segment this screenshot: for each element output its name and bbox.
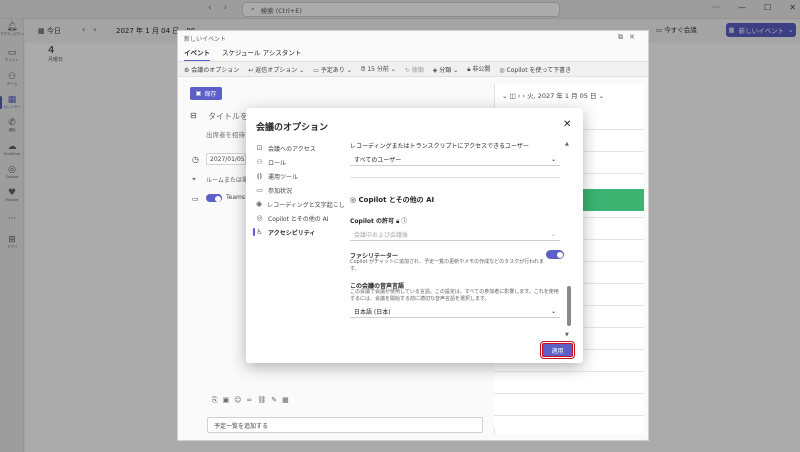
save-icon: ▣ — [195, 90, 202, 97]
start-date-field[interactable]: 2027/01/05 — [206, 153, 246, 165]
toolbar-recurrence[interactable]: ↻ 稼働 — [405, 65, 424, 74]
copilot-icon: ◎ — [256, 214, 263, 222]
event-window-title: 新しいイベント — [184, 36, 227, 43]
nav-item-copilot[interactable]: ◎ Copilot とその他の AI — [256, 213, 344, 223]
recording-access-select[interactable]: すべてのユーザー ⌄ — [350, 153, 560, 166]
options-content: レコーディングまたはトランスクリプトにアクセスできるユーザー すべてのユーザー … — [349, 137, 571, 327]
video-icon: ▭ — [192, 195, 199, 203]
section-divider — [350, 177, 560, 178]
copilot-section-title: ◎ Copilot とその他の AI — [350, 196, 435, 204]
event-tabs: イベント スケジュール アシスタント — [184, 47, 301, 62]
scroll-up-icon[interactable]: ▲ — [565, 141, 569, 147]
scrollbar-thumb[interactable] — [567, 286, 571, 326]
facilitator-description: Copilot がチャットに追加され、予定一覧の更新やメモの作成などのタスクが行… — [350, 259, 544, 272]
tools-icon: ⦗⦘ — [257, 171, 262, 180]
emoji-icon[interactable]: ☺ — [234, 396, 246, 404]
record-icon: ◉ — [256, 200, 263, 208]
facilitator-toggle[interactable] — [546, 250, 564, 259]
tab-scheduling-assistant[interactable]: スケジュール アシスタント — [222, 47, 301, 62]
chevron-down-icon: ⌄ — [550, 155, 556, 163]
toolbar-copilot-draft[interactable]: ◎ Copilot を使って下書き — [499, 65, 571, 74]
copilot-permission-select: 会議中および会議後 ⌄ — [350, 228, 560, 241]
copilot-permission-label: Copilot の許可 🔒︎ ⓘ — [350, 218, 408, 225]
apply-button[interactable]: 適用 — [540, 341, 575, 359]
save-button[interactable]: ▣ 保存 — [190, 87, 222, 100]
nav-item-recording[interactable]: ◉ レコーディングと文字起こし — [256, 199, 345, 209]
teams-label: Teams — [226, 194, 245, 201]
event-window-controls: ⧉✕ — [618, 33, 641, 42]
draw-icon[interactable]: ✎ — [271, 396, 282, 404]
access-icon: ⊡ — [256, 144, 263, 152]
nav-item-roles[interactable]: ⚇ ロール — [256, 157, 344, 167]
nav-item-engagement[interactable]: ▭ 参加状況 — [256, 185, 344, 195]
nav-item-tools[interactable]: ⦗⦘ 運用ツール — [256, 171, 344, 181]
close-event-icon[interactable]: ✕ — [629, 33, 641, 41]
chevron-down-icon: ⌄ — [550, 230, 556, 238]
event-toolbar: ⚙ 会議のオプション ↩ 返信オプション ⌄ ▭ 予定あり ⌄ ⏰︎ 15 分前… — [178, 61, 648, 77]
close-icon[interactable]: ✕ — [563, 119, 571, 130]
loop-icon[interactable]: ∞ — [247, 396, 258, 404]
info-icon[interactable]: ⓘ — [401, 218, 407, 225]
teams-toggle[interactable] — [206, 194, 222, 202]
status-icon: ▭ — [313, 66, 321, 74]
toolbar-category[interactable]: ◈ 分類 ⌄ — [433, 65, 458, 74]
copilot-icon: ◎ — [350, 196, 359, 204]
copilot-icon: ◎ — [499, 66, 507, 74]
tab-event[interactable]: イベント — [184, 47, 210, 62]
scroll-down-icon[interactable]: ▼ — [565, 332, 569, 338]
table-icon[interactable]: ▦ — [282, 396, 294, 404]
attach-icon[interactable]: ⎘ — [212, 396, 223, 404]
chevron-down-icon: ⌄ — [550, 307, 556, 315]
accessibility-icon: ♿︎ — [256, 228, 263, 236]
clock-icon: ◷ — [192, 155, 199, 164]
nav-item-meeting-access[interactable]: ⊡ 会議へのアクセス — [256, 143, 344, 153]
toolbar-private[interactable]: 🔒︎ 非公開 — [467, 64, 490, 74]
dialog-title: 会議のオプション — [256, 123, 329, 133]
language-select[interactable]: 日本語 (日本) ⌄ — [350, 305, 560, 318]
agenda-field[interactable]: 予定一覧を追加する — [207, 417, 483, 433]
recording-access-label: レコーディングまたはトランスクリプトにアクセスできるユーザー — [350, 143, 529, 150]
nav-item-accessibility[interactable]: ♿︎ アクセシビリティ — [253, 227, 344, 237]
toolbar-meeting-options[interactable]: ⚙ 会議のオプション — [184, 65, 239, 74]
day-preview-header[interactable]: ⌄ ◫ ‹ › 火, 2027 年 1 月 05 日 ⌄ — [502, 90, 604, 100]
popout-icon[interactable]: ⧉ — [618, 33, 629, 41]
toolbar-reminder[interactable]: ⏰︎ 15 分前 ⌄ — [361, 64, 396, 74]
format-toolbar: ⎘▣☺∞⛓✎▦ — [212, 396, 294, 405]
toolbar-busy[interactable]: ▭ 予定あり ⌄ — [313, 65, 352, 74]
recurrence-icon: ↻ — [404, 66, 412, 74]
image-icon[interactable]: ▣ — [223, 396, 235, 404]
role-icon: ⚇ — [256, 158, 263, 166]
language-description: この会議で会議が使用している言語。この設定は、すべての参加者に影響します。これを… — [350, 289, 559, 302]
sidebar-toggle-icon[interactable]: ⌄ ◫ ‹ › — [502, 92, 525, 100]
toolbar-response-options[interactable]: ↩ 返信オプション ⌄ — [248, 65, 304, 74]
engagement-icon: ▭ — [256, 186, 263, 194]
link-icon[interactable]: ⛓ — [257, 396, 271, 404]
location-icon: ⌖ — [192, 175, 196, 183]
title-icon: ⊟ — [190, 111, 197, 120]
